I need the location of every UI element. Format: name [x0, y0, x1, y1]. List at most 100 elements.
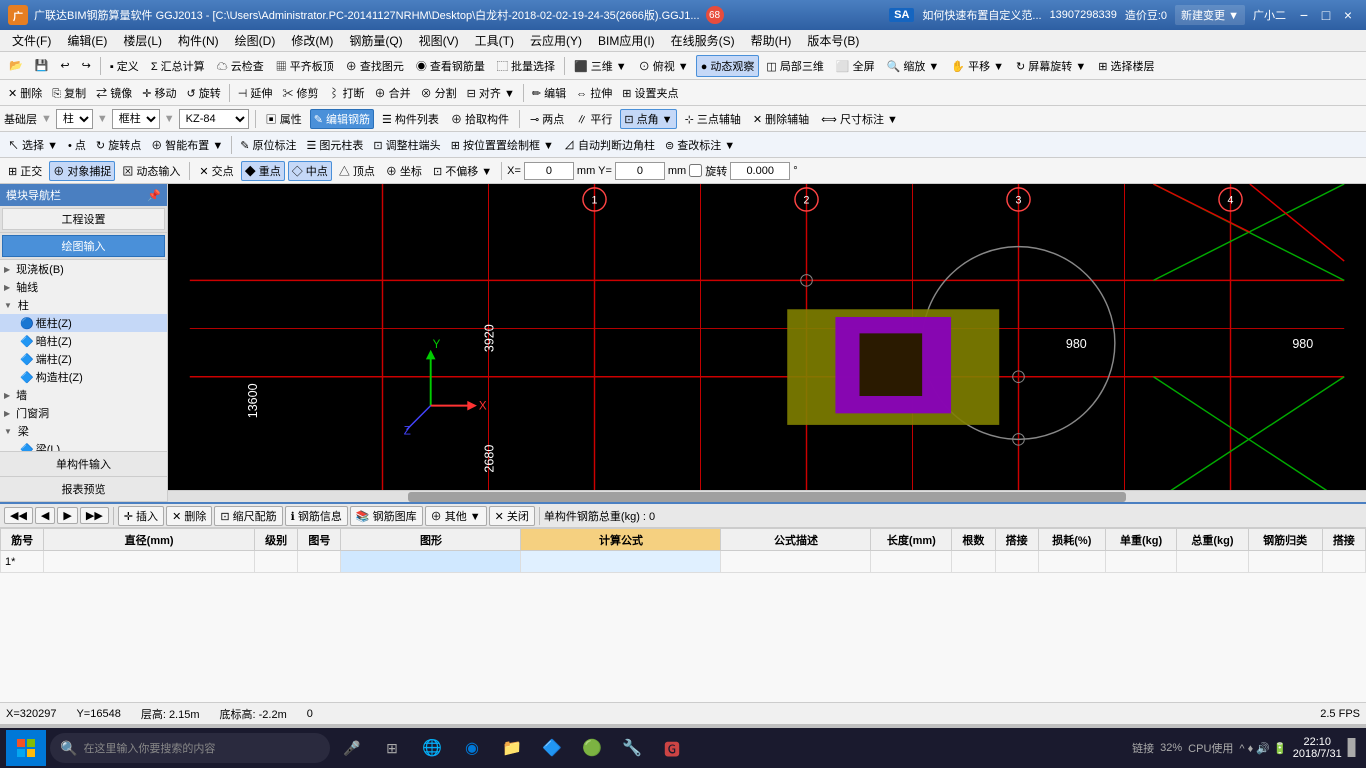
coord-snap-btn[interactable]: ⊕ 坐标 [382, 161, 426, 181]
dim-note-btn[interactable]: ⟺ 尺寸标注 ▼ [817, 109, 902, 129]
3d-btn[interactable]: ⬛ 三维 ▼ [569, 55, 632, 77]
sidebar-item-beam-l[interactable]: 🔷 梁(L) [0, 440, 167, 451]
sidebar-item-axis[interactable]: 轴线 [0, 278, 167, 296]
define-btn[interactable]: ▪ 定义 [105, 55, 144, 77]
vertex-snap-btn[interactable]: △ 顶点 [335, 161, 379, 181]
edit-btn[interactable]: ✏ 编辑 [528, 83, 570, 103]
sidebar-item-hidden-col[interactable]: 🔷 暗柱(Z) [0, 332, 167, 350]
first-page-btn[interactable]: ◀◀ [4, 507, 33, 524]
level-top-btn[interactable]: ▦ 平齐板顶 [271, 55, 339, 77]
three-point-axis-btn[interactable]: ⊹ 三点辅轴 [681, 109, 745, 129]
zoom-btn[interactable]: 🔍 缩放 ▼ [882, 55, 945, 77]
rotate-btn[interactable]: ↺ 旋转 [182, 83, 224, 103]
minimize-button[interactable]: − [1294, 5, 1314, 25]
notification-badge[interactable]: 68 [706, 6, 724, 24]
x-input[interactable] [524, 162, 574, 180]
rotate-point-btn[interactable]: ↻ 旋转点 [92, 135, 145, 155]
move-btn[interactable]: ✛ 移动 [138, 83, 180, 103]
taskbar-folder-icon[interactable]: 📁 [494, 730, 530, 766]
sidebar-item-end-col[interactable]: 🔷 端柱(Z) [0, 350, 167, 368]
sidebar-item-column[interactable]: 柱 [0, 296, 167, 314]
taskbar-edge-icon[interactable]: ◉ [454, 730, 490, 766]
diam-input[interactable] [48, 556, 250, 568]
adjust-col-end-btn[interactable]: ⊡ 调整柱端头 [369, 135, 444, 155]
extend-btn[interactable]: ⊣ 延伸 [234, 83, 277, 103]
stretch-btn[interactable]: ⇔ 拉伸 [572, 83, 616, 103]
search-bar[interactable]: 🔍 在这里输入你要搜索的内容 [50, 733, 330, 763]
next-btn[interactable]: ▶ [57, 507, 77, 524]
sidebar-item-frame-col[interactable]: 🔵 框柱(Z) [0, 314, 167, 332]
set-grip-btn[interactable]: ⊞ 设置夹点 [618, 83, 682, 103]
subtype-select[interactable]: 框柱 [112, 109, 160, 129]
canvas-hscroll[interactable] [168, 490, 1366, 502]
sidebar-item-wall[interactable]: 墙 [0, 386, 167, 404]
screen-rotate-btn[interactable]: ↻ 屏幕旋转 ▼ [1011, 55, 1091, 77]
find-element-btn[interactable]: ⊕ 查找图元 [341, 55, 409, 77]
start-button[interactable] [6, 730, 46, 766]
split-btn[interactable]: ⊗ 分割 [417, 83, 461, 103]
trim-btn[interactable]: ✂ 修剪 [278, 83, 322, 103]
rotate-checkbox[interactable] [689, 164, 702, 177]
menu-version[interactable]: 版本号(B) [799, 30, 867, 51]
select-floor-btn[interactable]: ⊞ 选择楼层 [1093, 55, 1159, 77]
draw-by-pos-btn[interactable]: ⊞ 按位置置绘制框 ▼ [447, 135, 558, 155]
align-btn[interactable]: ⊟ 对齐 ▼ [463, 83, 519, 103]
edit-rebar-btn[interactable]: ✎ 编辑钢筋 [310, 109, 374, 129]
in-situ-tag-btn[interactable]: ✎ 原位标注 [236, 135, 300, 155]
obj-snap-btn[interactable]: ⊕ 对象捕捉 [49, 161, 115, 181]
sidebar-pin-icon[interactable]: 📌 [147, 189, 161, 202]
rebar-info-btn[interactable]: ℹ 钢筋信息 [285, 506, 348, 526]
menu-draw[interactable]: 绘图(D) [227, 30, 284, 51]
scale-rebar-btn[interactable]: ⊡ 缩尺配筋 [214, 506, 282, 526]
top-view-btn[interactable]: ⊙ 俯视 ▼ [634, 55, 694, 77]
select-tool-btn[interactable]: ↖ 选择 ▼ [4, 135, 62, 155]
mirror-btn[interactable]: ⇄ 镜像 [92, 83, 136, 103]
dynamic-input-btn[interactable]: ⊠ 动态输入 [118, 161, 184, 181]
cell-diam[interactable] [44, 551, 255, 573]
fullscreen-btn[interactable]: ⬜ 全屏 [831, 55, 880, 77]
component-list-btn[interactable]: ☰ 构件列表 [378, 109, 443, 129]
prev-btn[interactable]: ◀ [35, 507, 55, 524]
calc-btn[interactable]: Σ 汇总计算 [146, 55, 210, 77]
component-id-select[interactable]: KZ-84 [179, 109, 249, 129]
menu-online[interactable]: 在线服务(S) [663, 30, 743, 51]
delete-btn[interactable]: ✕ 删除 [4, 83, 46, 103]
taskbar-app2-icon[interactable]: 🟢 [574, 730, 610, 766]
merge-btn[interactable]: ⊕ 合并 [371, 83, 415, 103]
sidebar-item-slab[interactable]: 现浇板(B) [0, 260, 167, 278]
view-rebar-btn[interactable]: ◉ 查看钢筋量 [411, 55, 490, 77]
menu-file[interactable]: 文件(F) [4, 30, 59, 51]
local-3d-btn[interactable]: ◫ 局部三维 [761, 55, 828, 77]
menu-bim[interactable]: BIM应用(I) [590, 30, 663, 51]
menu-floor[interactable]: 楼层(L) [115, 30, 170, 51]
cloud-check-btn[interactable]: ☁ 云检查 [212, 55, 269, 77]
sidebar-item-struct-col[interactable]: 🔷 构造柱(Z) [0, 368, 167, 386]
taskbar-app1-icon[interactable]: 🔷 [534, 730, 570, 766]
menu-help[interactable]: 帮助(H) [743, 30, 800, 51]
batch-select-btn[interactable]: ⬚ 批量选择 [492, 55, 560, 77]
redo-btn[interactable]: ↪ [77, 56, 96, 75]
report-preview-btn[interactable]: 报表预览 [0, 477, 167, 502]
new-change-button[interactable]: 新建变更 ▼ [1175, 5, 1245, 25]
single-component-input-btn[interactable]: 单构件输入 [0, 452, 167, 477]
type-select[interactable]: 柱 [56, 109, 93, 129]
show-desktop-icon[interactable]: ▋ [1348, 738, 1360, 758]
break-btn[interactable]: ⌇ 打断 [324, 83, 368, 103]
taskbar-app4-icon[interactable]: 🅶 [654, 730, 690, 766]
pan-btn[interactable]: ✋ 平移 ▼ [946, 55, 1009, 77]
menu-tools[interactable]: 工具(T) [467, 30, 522, 51]
delete-rebar-btn[interactable]: ✕ 删除 [166, 506, 212, 526]
maximize-button[interactable]: □ [1316, 5, 1336, 25]
no-offset-btn[interactable]: ⊡ 不偏移 ▼ [429, 161, 496, 181]
check-tag-btn[interactable]: ⊜ 查改标注 ▼ [661, 135, 739, 155]
two-point-btn[interactable]: ⊸ 两点 [526, 109, 568, 129]
menu-view[interactable]: 视图(V) [411, 30, 467, 51]
menu-edit[interactable]: 编辑(E) [59, 30, 115, 51]
dynamic-obs-btn[interactable]: ● 动态观察 [696, 55, 760, 77]
property-btn[interactable]: ▣ 属性 [262, 109, 306, 129]
parallel-btn[interactable]: ∥ 平行 [572, 109, 616, 129]
other-btn[interactable]: ⊕ 其他 ▼ [425, 506, 487, 526]
last-page-btn[interactable]: ▶▶ [80, 507, 109, 524]
intersect-snap-btn[interactable]: ✕ 交点 [195, 161, 237, 181]
rebar-table[interactable]: 筋号 直径(mm) 级别 图号 图形 计算公式 公式描述 长度(mm) 根数 搭… [0, 528, 1366, 702]
